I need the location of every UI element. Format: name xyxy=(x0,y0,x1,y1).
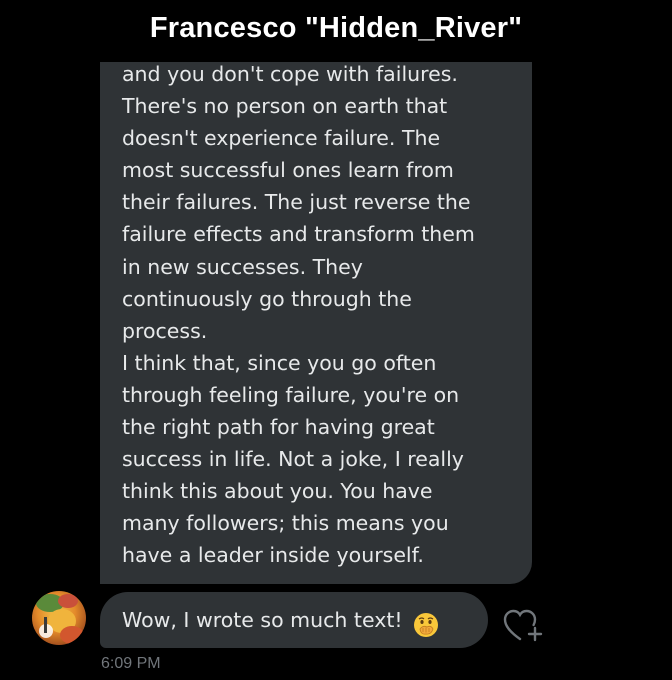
message-text: and you don't cope with failures. There'… xyxy=(122,62,475,568)
add-reaction-heart-icon[interactable] xyxy=(502,606,546,646)
received-message-bubble-short[interactable]: Wow, I wrote so much text! xyxy=(100,592,488,648)
user-avatar[interactable] xyxy=(32,591,86,645)
message-timestamp: 6:09 PM xyxy=(101,655,161,672)
message-text-short: Wow, I wrote so much text! xyxy=(122,608,403,632)
received-message-bubble[interactable]: and you don't cope with failures. There'… xyxy=(100,40,532,584)
avatar-image xyxy=(32,591,86,645)
face-with-hand-over-mouth-emoji xyxy=(413,612,439,638)
conversation-title[interactable]: Francesco "Hidden_River" xyxy=(0,12,672,45)
conversation-header: Francesco "Hidden_River" xyxy=(0,0,672,62)
